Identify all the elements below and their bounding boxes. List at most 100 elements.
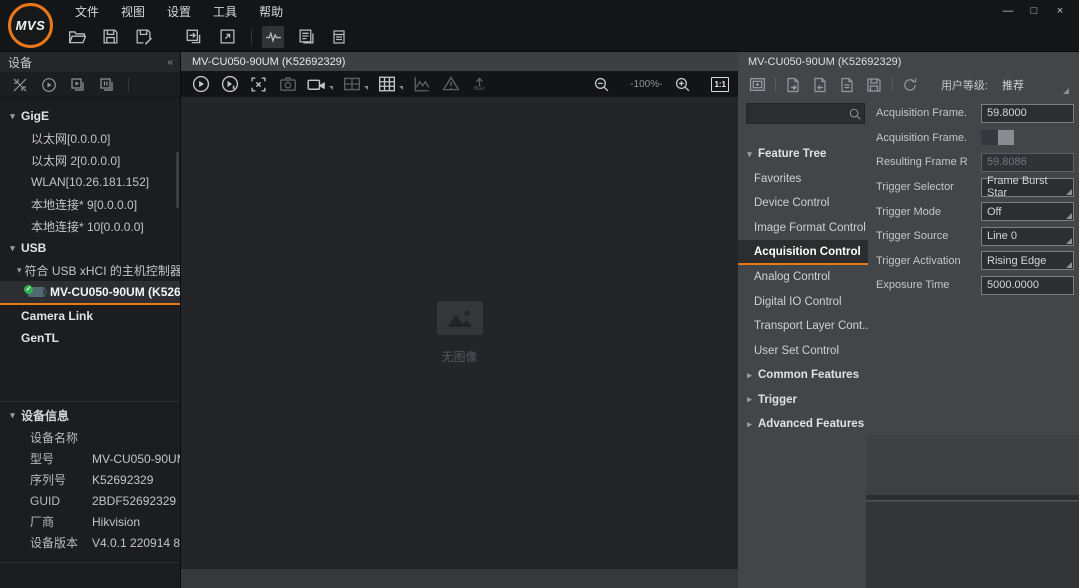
collapse-panel-icon[interactable]: « — [167, 57, 172, 68]
import-config-icon[interactable] — [783, 75, 803, 95]
tree-item-local10[interactable]: 本地连接* 10[0.0.0.0] — [0, 215, 180, 237]
attach-window-icon[interactable] — [747, 75, 767, 95]
no-image-label: 无图像 — [441, 348, 477, 365]
divider — [0, 562, 180, 563]
tree-item-gige[interactable]: ▾GigE — [0, 105, 180, 127]
device-info-header[interactable]: ▾设备信息 — [0, 403, 180, 427]
minimize-button[interactable]: — — [995, 5, 1021, 17]
dropdown-corner-caret-icon — [1063, 88, 1069, 94]
zoom-in-icon[interactable] — [672, 74, 693, 95]
tree-item-usb-controller[interactable]: ▾符合 USB xHCI 的主机控制器 — [0, 259, 180, 281]
image-canvas: 无图像 — [181, 97, 738, 568]
trigger-mode-dropdown[interactable]: Off — [981, 202, 1074, 221]
open-folder-icon[interactable] — [66, 26, 88, 48]
menu-view[interactable]: 视图 — [110, 0, 156, 23]
viewer-tab[interactable]: MV-CU050-90UM (K52692329) — [192, 56, 345, 68]
single-frame-play-icon[interactable] — [219, 74, 240, 95]
save-config-icon[interactable] — [864, 75, 884, 95]
actual-size-button[interactable]: 1:1 — [711, 77, 729, 92]
zoom-out-icon[interactable] — [591, 74, 612, 95]
nav-image-format-control[interactable]: Image Format Control — [738, 216, 868, 241]
trigger-selector-dropdown[interactable]: Frame Burst Star — [981, 178, 1074, 197]
histogram-icon[interactable] — [411, 74, 432, 95]
property-description-box — [866, 435, 1079, 495]
fit-window-icon[interactable] — [248, 74, 269, 95]
mvs-logo: MVS — [8, 3, 53, 48]
record-video-icon[interactable] — [306, 74, 327, 95]
nav-favorites[interactable]: Favorites — [738, 167, 868, 192]
tree-item-camera-device[interactable]: ✓ MV-CU050-90UM (K5269... — [0, 281, 180, 305]
no-image-icon — [437, 301, 483, 335]
window-swap-icon[interactable] — [183, 26, 205, 48]
frame-rate-enable-toggle[interactable] — [981, 130, 1014, 145]
start-acquisition-icon[interactable] — [39, 75, 59, 95]
close-button[interactable]: × — [1047, 5, 1073, 17]
refresh-icon[interactable] — [900, 75, 920, 95]
stop-all-icon[interactable] — [97, 75, 117, 95]
maximize-button[interactable]: □ — [1021, 5, 1047, 17]
menu-file[interactable]: 文件 — [64, 0, 110, 23]
nav-digital-io-control[interactable]: Digital IO Control — [738, 290, 868, 315]
user-level-dropdown[interactable]: 推荐 — [998, 75, 1070, 95]
continuous-play-icon[interactable] — [190, 74, 211, 95]
nav-analog-control[interactable]: Analog Control — [738, 265, 868, 290]
device-panel-title: 设备 — [8, 54, 32, 71]
tree-item-local9[interactable]: 本地连接* 9[0.0.0.0] — [0, 193, 180, 215]
tree-item-ethernet[interactable]: 以太网[0.0.0.0] — [0, 127, 180, 149]
tree-item-wlan[interactable]: WLAN[10.26.181.152] — [0, 171, 180, 193]
save-icon[interactable] — [99, 26, 121, 48]
chevron-down-icon: ▾ — [7, 243, 18, 254]
viewer-tab-bar: MV-CU050-90UM (K52692329) — [181, 52, 738, 71]
nav-acquisition-control[interactable]: Acquisition Control — [738, 240, 868, 265]
layout-report-icon[interactable] — [295, 26, 317, 48]
tree-item-usb[interactable]: ▾USB — [0, 237, 180, 259]
acquisition-frame-rate-input[interactable]: 59.8000 — [981, 104, 1074, 123]
start-all-icon[interactable] — [68, 75, 88, 95]
viewer-panel: MV-CU050-90UM (K52692329) BGU -100%- 1:1… — [181, 52, 738, 588]
feature-panel: MV-CU050-90UM (K52692329) 用户等级: 推荐 ▾Feat… — [738, 52, 1079, 588]
nav-advanced-features[interactable]: ▸Advanced Features — [738, 412, 868, 437]
grid-view-icon[interactable] — [376, 74, 397, 95]
window-expand-icon[interactable] — [216, 26, 238, 48]
search-icon[interactable] — [846, 105, 864, 123]
dropdown-caret-icon[interactable] — [329, 86, 333, 90]
prop-trigger-mode: Trigger Mode Off — [876, 199, 1074, 224]
prop-resulting-frame-rate: Resulting Frame R... 59.8086 — [876, 150, 1074, 175]
chevron-down-icon: ▾ — [7, 111, 18, 122]
clipboard-icon[interactable] — [328, 26, 350, 48]
window-controls: — □ × — [995, 0, 1073, 22]
disconnect-device-icon[interactable] — [10, 75, 30, 95]
export-config-icon[interactable] — [810, 75, 830, 95]
tree-item-cameralink[interactable]: Camera Link — [0, 305, 180, 327]
nav-trigger[interactable]: ▸Trigger — [738, 388, 868, 413]
info-row-serial: 序列号K52692329 — [0, 469, 180, 490]
trigger-source-dropdown[interactable]: Line 0 — [981, 227, 1074, 246]
capture-image-icon[interactable] — [277, 74, 298, 95]
trigger-activation-dropdown[interactable]: Rising Edge — [981, 251, 1074, 270]
menu-settings[interactable]: 设置 — [156, 0, 202, 23]
nav-common-features[interactable]: ▸Common Features — [738, 363, 868, 388]
dropdown-corner-caret-icon — [1066, 262, 1072, 268]
exposure-time-input[interactable]: 5000.0000 — [981, 276, 1074, 295]
dropdown-caret-icon[interactable] — [399, 86, 403, 90]
split-view-icon[interactable] — [341, 74, 362, 95]
waveform-icon[interactable] — [262, 26, 284, 48]
tree-item-gentl[interactable]: GenTL — [0, 327, 180, 349]
menu-tools[interactable]: 工具 — [202, 0, 248, 23]
nav-transport-layer-control[interactable]: Transport Layer Cont... — [738, 314, 868, 339]
dropdown-caret-icon[interactable] — [364, 86, 368, 90]
feature-search-input[interactable] — [747, 108, 846, 120]
divider[interactable] — [866, 495, 1079, 501]
nav-user-set-control[interactable]: User Set Control — [738, 339, 868, 364]
save-as-icon[interactable] — [132, 26, 154, 48]
nav-feature-tree[interactable]: ▾Feature Tree — [738, 142, 868, 167]
bgu-upload-icon[interactable]: BGU — [469, 74, 490, 95]
nav-device-control[interactable]: Device Control — [738, 191, 868, 216]
device-info-list: 设备名称 型号MV-CU050-90UM 序列号K52692329 GUID2B… — [0, 427, 180, 553]
info-row-version: 设备版本V4.0.1 220914 8875... — [0, 532, 180, 553]
chevron-right-icon: ▸ — [744, 419, 755, 430]
device-tree-scrollbar[interactable] — [176, 152, 179, 208]
menu-help[interactable]: 帮助 — [248, 0, 294, 23]
document-icon[interactable] — [837, 75, 857, 95]
tree-item-ethernet2[interactable]: 以太网 2[0.0.0.0] — [0, 149, 180, 171]
